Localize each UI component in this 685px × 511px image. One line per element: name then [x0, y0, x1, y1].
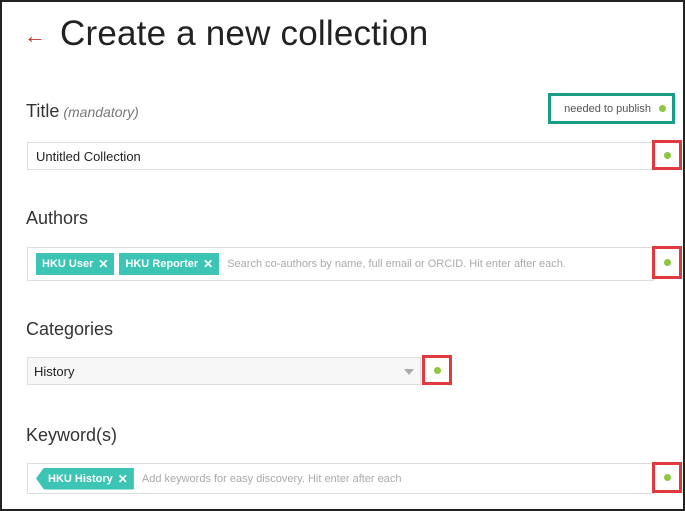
author-tag-label: HKU User	[42, 258, 94, 270]
title-input-value: Untitled Collection	[36, 148, 141, 164]
keyword-tag: HKU History ✕	[36, 467, 134, 490]
title-input[interactable]: Untitled Collection	[27, 142, 654, 170]
title-label: Title (mandatory)	[26, 101, 139, 122]
required-dot-icon	[663, 151, 671, 159]
required-dot-icon	[663, 474, 671, 481]
remove-tag-icon[interactable]: ✕	[203, 257, 213, 271]
author-tag: HKU User ✕	[36, 253, 115, 275]
categories-selected-value: History	[34, 363, 75, 379]
needed-to-publish-text: needed to publish	[564, 102, 651, 115]
left-arrow-icon[interactable]: ←	[24, 25, 46, 47]
page-header: ← Create a new collection	[24, 14, 428, 54]
remove-tag-icon[interactable]: ✕	[98, 257, 108, 271]
authors-input[interactable]: HKU User ✕ HKU Reporter ✕ Search co-auth…	[27, 247, 654, 281]
required-dot-icon	[659, 105, 666, 112]
collection-form-window: ← Create a new collection Title (mandator…	[0, 0, 685, 511]
keywords-label: Keyword(s)	[26, 425, 118, 445]
categories-label: Categories	[26, 319, 114, 339]
author-tag-label: HKU Reporter	[125, 258, 199, 270]
authors-search-placeholder: Search co-authors by name, full email or…	[227, 258, 566, 270]
keywords-required-indicator	[652, 462, 682, 493]
authors-label: Authors	[26, 208, 89, 228]
authors-required-indicator	[652, 246, 682, 279]
author-tag: HKU Reporter ✕	[119, 253, 220, 275]
keywords-placeholder: Add keywords for easy discovery. Hit ent…	[141, 472, 402, 485]
categories-select[interactable]: History	[27, 357, 421, 385]
page-title: Create a new collection	[60, 14, 429, 53]
title-label-text: Title	[26, 101, 60, 121]
required-dot-icon	[433, 366, 441, 374]
required-dot-icon	[663, 259, 671, 266]
remove-tag-icon[interactable]: ✕	[118, 472, 128, 486]
chevron-down-icon[interactable]	[404, 369, 414, 375]
needed-to-publish-legend: needed to publish	[548, 93, 675, 124]
title-mandatory-hint: (mandatory)	[63, 104, 139, 120]
keyword-tag-label: HKU History	[48, 472, 113, 485]
title-required-indicator	[652, 140, 682, 170]
keywords-input[interactable]: HKU History ✕ Add keywords for easy disc…	[27, 463, 654, 494]
categories-required-indicator	[422, 355, 452, 385]
